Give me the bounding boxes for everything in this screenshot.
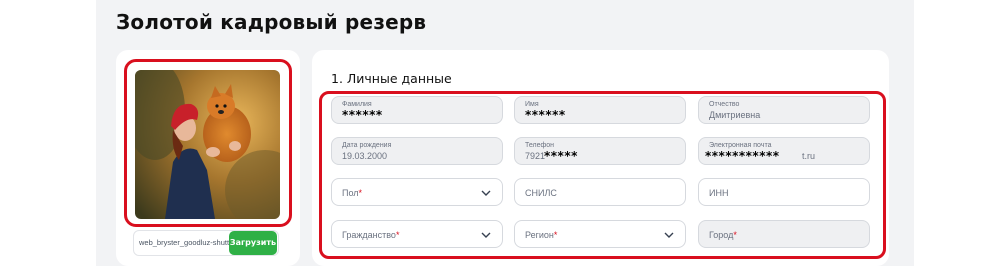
photo-highlight-frame <box>124 59 292 227</box>
page-title: Золотой кадровый резерв <box>116 10 427 34</box>
section-title: 1. Личные данные <box>331 71 452 86</box>
form-highlight-frame <box>319 91 886 259</box>
upload-button[interactable]: Загрузить <box>229 231 277 255</box>
file-name: web_bryster_goodluz-shutto <box>139 238 234 247</box>
